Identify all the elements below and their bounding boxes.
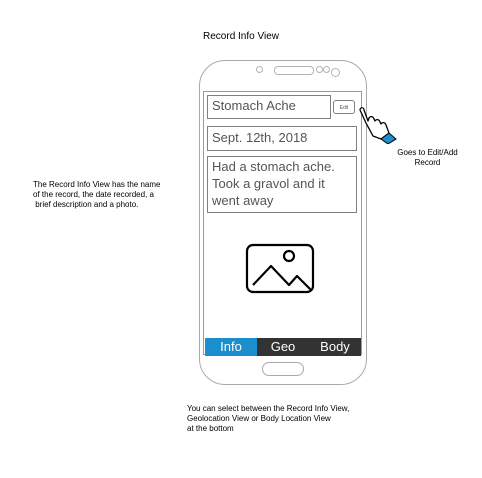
annotation-line: Record bbox=[414, 158, 441, 167]
pointing-hand-icon bbox=[359, 107, 397, 144]
description-line: went away bbox=[212, 193, 274, 208]
annotation-line: Geolocation View or Body Location View bbox=[187, 414, 331, 423]
image-placeholder-icon[interactable] bbox=[243, 238, 319, 300]
description-line: Had a stomach ache. bbox=[212, 159, 335, 174]
phone-speaker bbox=[274, 66, 314, 75]
phone-camera bbox=[331, 68, 340, 77]
phone-sensor bbox=[323, 66, 330, 73]
phone-sensor bbox=[316, 66, 323, 73]
phone-sensor bbox=[256, 66, 263, 73]
annotation-line: You can select between the Record Info V… bbox=[187, 404, 350, 413]
tabs-annotation: You can select between the Record Info V… bbox=[187, 404, 427, 434]
info-view-annotation: The Record Info View has the name of the… bbox=[33, 180, 203, 210]
bottom-tab-bar: Info Geo Body bbox=[205, 338, 361, 356]
annotation-line: brief description and a photo. bbox=[33, 200, 139, 209]
record-date-field[interactable]: Sept. 12th, 2018 bbox=[207, 126, 357, 151]
annotation-line: Goes to Edit/Add bbox=[397, 148, 458, 157]
record-name-field[interactable]: Stomach Ache bbox=[207, 95, 331, 119]
annotation-line: at the bottom bbox=[187, 424, 234, 433]
tab-geo[interactable]: Geo bbox=[257, 338, 309, 356]
tab-info[interactable]: Info bbox=[205, 338, 257, 356]
diagram-title: Record Info View bbox=[203, 31, 279, 42]
home-button bbox=[262, 362, 304, 376]
tab-body[interactable]: Body bbox=[309, 338, 361, 356]
annotation-line: of the record, the date recorded, a bbox=[33, 190, 154, 199]
record-description-field[interactable]: Had a stomach ache. Took a gravol and it… bbox=[207, 156, 357, 213]
edit-annotation: Goes to Edit/Add Record bbox=[380, 148, 475, 168]
annotation-line: The Record Info View has the name bbox=[33, 180, 161, 189]
edit-button[interactable]: Edit bbox=[333, 100, 355, 114]
description-line: Took a gravol and it bbox=[212, 176, 325, 191]
